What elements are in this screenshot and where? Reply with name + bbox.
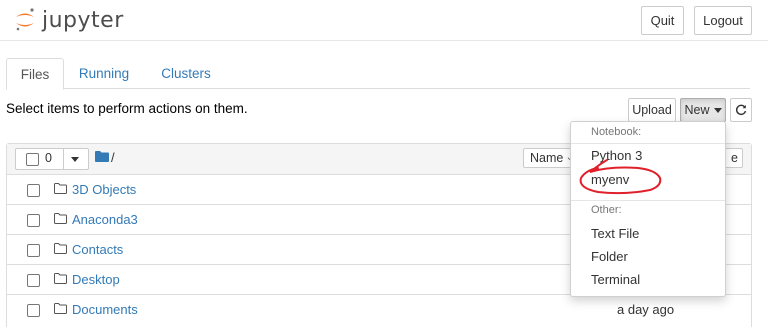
row-checkbox[interactable]: [27, 244, 40, 257]
tab-clusters[interactable]: Clusters: [154, 58, 218, 88]
menu-item-folder[interactable]: Folder: [591, 249, 628, 264]
new-button[interactable]: New: [680, 98, 726, 122]
sort-last-modified-label: e: [731, 151, 738, 165]
refresh-icon: [735, 104, 747, 115]
tab-bar: Files Running Clusters: [6, 58, 750, 90]
jupyter-logo[interactable]: jupyter: [14, 6, 124, 34]
folder-icon: [54, 243, 67, 254]
row-checkbox[interactable]: [27, 274, 40, 287]
logout-button[interactable]: Logout: [694, 6, 752, 35]
menu-item-myenv[interactable]: myenv: [591, 172, 629, 187]
quit-button[interactable]: Quit: [641, 6, 684, 35]
folder-icon: [54, 273, 67, 284]
tab-running[interactable]: Running: [74, 58, 134, 88]
breadcrumb-separator: /: [111, 150, 115, 165]
select-all-control[interactable]: 0: [15, 148, 89, 170]
jupyter-logo-icon: [16, 8, 34, 31]
menu-item-terminal[interactable]: Terminal: [591, 272, 640, 287]
table-row[interactable]: Documents a day ago: [7, 294, 751, 324]
file-name-link[interactable]: Documents: [72, 302, 138, 317]
refresh-button[interactable]: [730, 98, 752, 122]
logo-text: jupyter: [42, 7, 124, 33]
menu-divider: [571, 200, 725, 201]
chevron-down-icon[interactable]: [71, 157, 79, 162]
new-button-label: New: [684, 103, 710, 117]
menu-item-text-file[interactable]: Text File: [591, 226, 639, 241]
row-checkbox[interactable]: [27, 184, 40, 197]
folder-icon: [54, 213, 67, 224]
folder-icon[interactable]: [95, 151, 109, 162]
sort-name-label: Name: [530, 151, 564, 165]
select-divider: [63, 149, 64, 169]
file-name-link[interactable]: 3D Objects: [72, 182, 136, 197]
instructions-text: Select items to perform actions on them.: [6, 101, 248, 116]
menu-item-python3[interactable]: Python 3: [591, 148, 642, 163]
select-all-checkbox[interactable]: [26, 153, 39, 166]
folder-icon: [54, 303, 67, 314]
other-section-header: Other:: [591, 204, 622, 216]
caret-down-icon: [713, 107, 722, 113]
row-checkbox[interactable]: [27, 214, 40, 227]
file-name-link[interactable]: Desktop: [72, 272, 120, 287]
last-modified: a day ago: [617, 302, 675, 317]
menu-divider: [571, 143, 725, 144]
upload-button[interactable]: Upload: [628, 98, 676, 122]
file-name-link[interactable]: Contacts: [72, 242, 123, 257]
notebook-section-header: Notebook:: [591, 126, 642, 138]
folder-icon: [54, 183, 67, 194]
new-dropdown-menu: Notebook: Python 3 myenv Other: Text Fil…: [570, 121, 726, 297]
file-name-link[interactable]: Anaconda3: [72, 212, 138, 227]
tab-files[interactable]: Files: [6, 58, 64, 90]
header: jupyter Quit Logout: [0, 0, 768, 41]
row-checkbox[interactable]: [27, 304, 40, 317]
selected-count: 0: [45, 151, 52, 165]
